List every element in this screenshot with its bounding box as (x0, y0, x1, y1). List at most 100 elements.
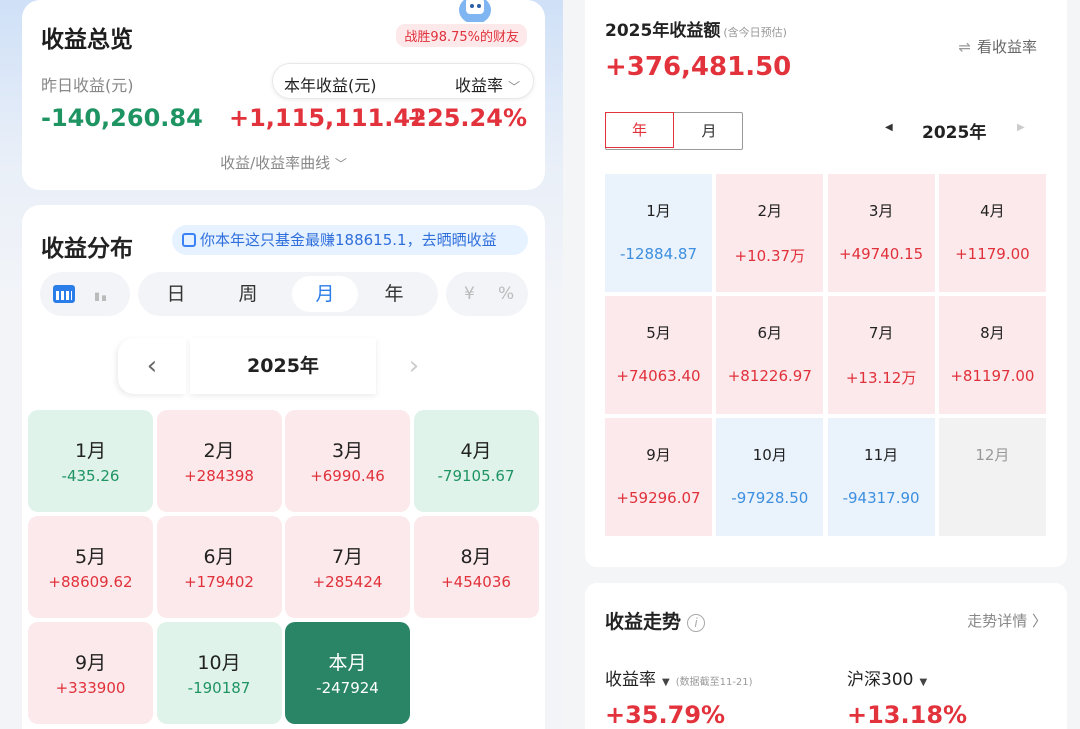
right-month-cell[interactable]: 11月 -94317.90 (827, 418, 935, 536)
right-panel: 2025年收益额 (含今日预估) +376,481.50 ⇌ 看收益率 年 月 ◀ … (569, 0, 1080, 729)
tab-year[interactable]: 年 (366, 272, 422, 316)
share-icon (182, 233, 196, 247)
view-return-rate-label: 看收益率 (976, 38, 1037, 56)
month-name: 8月 (460, 546, 492, 568)
month-name: 4月 (460, 440, 492, 462)
year-earnings-label[interactable]: 本年收益(元) (284, 72, 377, 96)
month-cell[interactable]: 5月 +88609.62 (28, 516, 153, 618)
previous-year-button[interactable]: ‹ (118, 338, 186, 394)
share-earnings-banner[interactable]: 你本年这只基金最赚188615.1，去晒晒收益 (172, 225, 528, 255)
month-earnings: -435.26 (61, 467, 120, 485)
month-name: 6月 (203, 546, 235, 568)
tab-week[interactable]: 周 (220, 272, 276, 316)
right-selected-year: 2025年 (922, 123, 987, 143)
tab-day[interactable]: 日 (148, 272, 204, 316)
return-rate-dropdown[interactable]: 收益率 ﹀ (455, 72, 520, 96)
right-month-cell[interactable]: 7月 +13.12万 (827, 296, 935, 414)
right-month-name: 10月 (752, 446, 787, 464)
month-cell[interactable]: 6月 +179402 (156, 516, 282, 618)
right-month-name: 5月 (646, 324, 671, 342)
month-name: 10月 (197, 652, 241, 674)
yesterday-earnings-value: -140,260.84 (41, 104, 203, 132)
month-cell[interactable]: 1月 -435.26 (28, 410, 153, 512)
chevron-right-icon: 〉 (1031, 612, 1047, 630)
earnings-curve-toggle[interactable]: 收益/收益率曲线 ﹀ (22, 152, 545, 173)
share-banner-text: 你本年这只基金最赚188615.1，去晒晒收益 (200, 231, 497, 249)
benchmark-dropdown[interactable]: 沪深300 ▼ (847, 665, 927, 690)
right-month-cell[interactable]: 6月 +81226.97 (716, 296, 824, 414)
previous-year-arrow[interactable]: ◀ (885, 122, 893, 133)
mascot-illustration (459, 0, 491, 22)
next-year-button[interactable]: › (380, 338, 448, 394)
right-month-earnings: +10.37万 (734, 247, 806, 265)
right-month-cell[interactable]: 3月 +49740.15 (827, 174, 935, 292)
swap-icon: ⇌ (958, 38, 971, 56)
right-month-cell[interactable]: 10月 -97928.50 (716, 418, 824, 536)
month-name: 2月 (203, 440, 235, 462)
right-month-name: 7月 (868, 324, 894, 342)
month-cell[interactable]: 4月 -79105.67 (413, 410, 539, 512)
bar-chart-icon[interactable] (95, 287, 109, 301)
return-rate-metric-label: 收益率 (605, 670, 656, 690)
month-cell[interactable]: 8月 +454036 (413, 516, 539, 618)
month-cell[interactable]: 7月 +285424 (285, 516, 410, 618)
month-cell[interactable]: 3月 +6990.46 (285, 410, 410, 512)
right-month-earnings: +81226.97 (727, 367, 812, 385)
unit-percent[interactable]: % (498, 284, 514, 304)
trend-title-text: 收益走势 (605, 611, 682, 633)
right-month-earnings: +49740.15 (839, 245, 924, 263)
ranking-badge[interactable]: 战胜98.75%的财友 (396, 24, 527, 47)
overview-title: 收益总览 (41, 27, 133, 53)
chevron-down-icon: ﹀ (508, 80, 521, 94)
month-name: 5月 (74, 546, 107, 568)
data-date-note: (数据截至11-21) (675, 677, 753, 688)
right-month-name: 8月 (980, 324, 1005, 342)
month-cell[interactable]: 2月 +284398 (156, 410, 282, 512)
month-earnings: +285424 (312, 573, 383, 591)
return-rate-value: +25.24% (406, 104, 527, 132)
selected-year: 2025年 (190, 338, 376, 394)
tab-month[interactable]: 月 (292, 276, 358, 312)
annual-earnings-card: 2025年收益额 (含今日预估) +376,481.50 ⇌ 看收益率 年 月 ◀ … (585, 0, 1067, 567)
right-month-cell[interactable]: 2月 +10.37万 (716, 174, 824, 292)
right-month-cell[interactable]: 5月 +74063.40 (605, 296, 712, 414)
benchmark-label: 沪深300 (847, 670, 914, 690)
left-panel: 收益总览 战胜98.75%的财友 昨日收益(元) 本年收益(元) 收益率 ﹀ -… (0, 0, 563, 729)
unit-toggle: ¥ % (446, 272, 528, 316)
trend-detail-link[interactable]: 走势详情 〉 (967, 610, 1047, 631)
right-month-earnings: +59296.07 (616, 489, 701, 507)
right-month-earnings: +1179.00 (955, 245, 1030, 263)
right-month-name: 4月 (980, 202, 1005, 220)
segment-year[interactable]: 年 (605, 112, 674, 148)
chevron-down-icon: ﹀ (334, 157, 347, 171)
benchmark-value: +13.18% (847, 701, 968, 729)
earnings-trend-card: 收益走势 i 走势详情 〉 收益率 ▼ (数据截至11-21) 沪深300 ▼ +35.… (585, 583, 1067, 729)
month-name: 3月 (331, 440, 364, 462)
view-return-rate-button[interactable]: ⇌ 看收益率 (958, 36, 1037, 57)
month-earnings: +88609.62 (48, 573, 133, 591)
month-cell[interactable]: 10月 -190187 (156, 622, 282, 724)
right-month-cell[interactable]: 1月 -12884.87 (605, 174, 712, 292)
estimate-note: (含今日预估) (723, 26, 787, 39)
right-month-name: 3月 (868, 202, 894, 220)
info-icon[interactable]: i (687, 614, 706, 632)
right-month-cell[interactable]: 12月 (938, 418, 1046, 536)
segment-month[interactable]: 月 (675, 113, 743, 149)
right-month-earnings: +74063.40 (616, 367, 701, 385)
trend-title: 收益走势 i (605, 607, 706, 634)
month-cell[interactable]: 9月 +333900 (28, 622, 153, 724)
caret-down-icon: ▼ (919, 677, 928, 688)
next-year-arrow[interactable]: ▶ (1017, 122, 1025, 133)
calendar-icon[interactable] (53, 285, 75, 303)
right-month-cell[interactable]: 4月 +1179.00 (938, 174, 1046, 292)
earnings-overview-card: 收益总览 战胜98.75%的财友 昨日收益(元) 本年收益(元) 收益率 ﹀ -… (22, 0, 545, 190)
return-rate-metric-dropdown[interactable]: 收益率 ▼ (数据截至11-21) (605, 665, 753, 690)
right-month-cell[interactable]: 8月 +81197.00 (938, 296, 1046, 414)
distribution-title: 收益分布 (41, 236, 133, 262)
right-month-cell[interactable]: 9月 +59296.07 (605, 418, 712, 536)
view-mode-toggle (40, 272, 130, 316)
unit-yuan[interactable]: ¥ (464, 284, 475, 304)
month-earnings: +179402 (184, 573, 254, 591)
earnings-distribution-card: 收益分布 你本年这只基金最赚188615.1，去晒晒收益 日 周 月 年 ¥ %… (22, 205, 545, 729)
current-month-cell[interactable]: 本月 -247924 (285, 622, 410, 724)
